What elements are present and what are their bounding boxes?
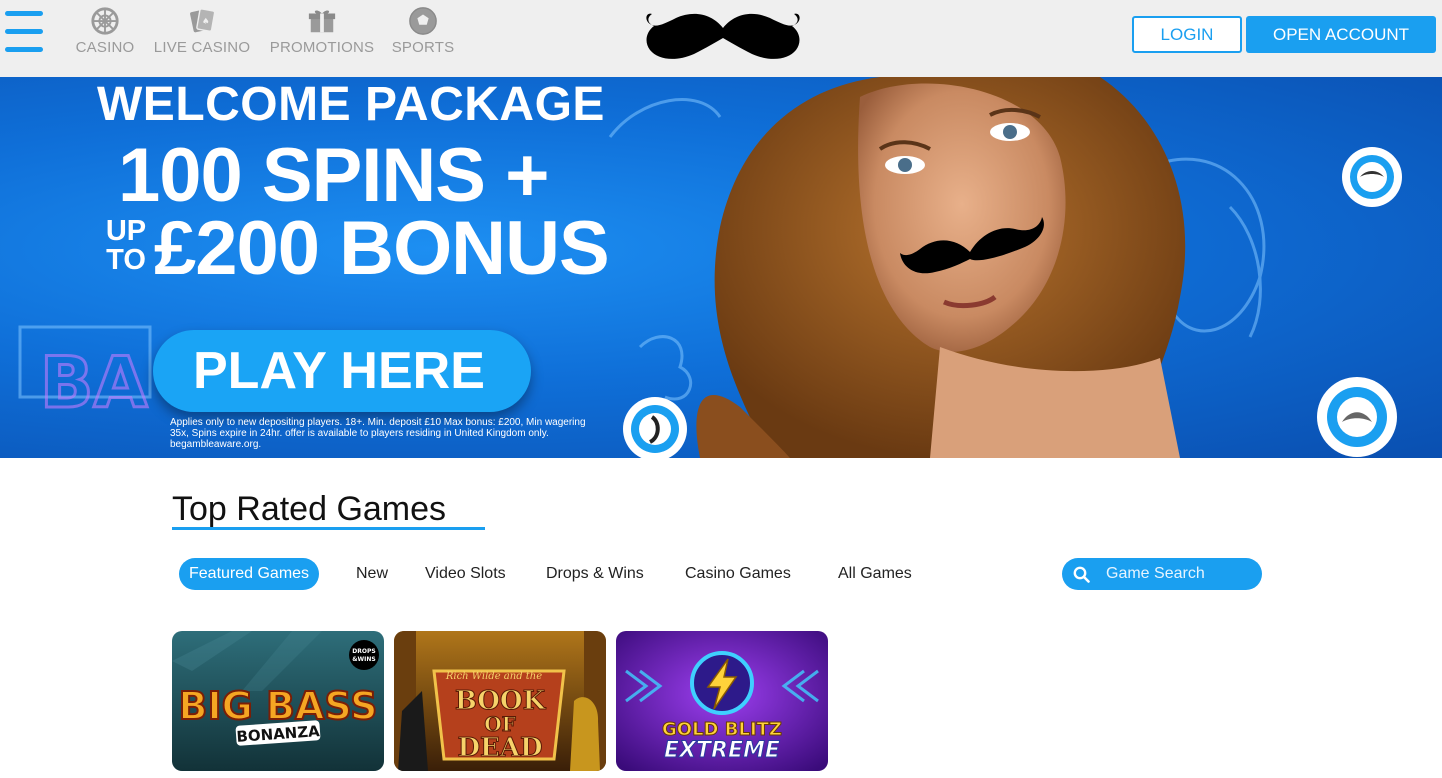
- tab-all-games[interactable]: All Games: [838, 558, 912, 590]
- svg-text:BA: BA: [40, 342, 148, 424]
- big-bass-title: BIG BASS: [179, 684, 378, 728]
- hero-upto-bottom: TO: [106, 244, 146, 276]
- game-tile-gold-blitz-extreme[interactable]: GOLD BLITZ EXTREME: [616, 631, 828, 771]
- section-title: Top Rated Games: [172, 490, 447, 528]
- hero-terms-text: Applies only to new depositing players. …: [170, 417, 586, 450]
- drops-wins-badge-bottom: &WINS: [352, 656, 375, 663]
- nav-item-sports[interactable]: SPORTS: [390, 6, 456, 58]
- nav-label-sports: SPORTS: [391, 39, 455, 56]
- tab-featured-games[interactable]: Featured Games: [179, 558, 320, 590]
- search-icon: [1073, 566, 1090, 583]
- game-search[interactable]: [1062, 558, 1262, 590]
- gift-box-icon: [308, 10, 336, 33]
- book-of-dead-art: Rich Wilde and the BOOK OF DEAD: [394, 631, 606, 771]
- dead-title: DEAD: [457, 733, 542, 763]
- moustache-logo[interactable]: [642, 8, 804, 64]
- drops-wins-badge-top: DROPS: [352, 648, 375, 655]
- big-bass-bonanza-art: DROPS &WINS BIG BASS BONANZA: [172, 631, 384, 771]
- hero-upto-top: UP: [105, 215, 147, 247]
- login-button[interactable]: LOGIN: [1132, 16, 1242, 53]
- game-tile-big-bass-bonanza[interactable]: DROPS &WINS BIG BASS BONANZA: [172, 631, 384, 771]
- nav-item-promotions[interactable]: PROMOTIONS: [267, 6, 377, 58]
- svg-text:♠: ♠: [202, 16, 210, 26]
- book-of-dead-subtitle: Rich Wilde and the: [445, 671, 542, 682]
- football-icon: [409, 7, 437, 35]
- hero-upto-text: UP TO: [103, 217, 149, 275]
- roulette-wheel-icon: [91, 7, 119, 35]
- nav-label-live-casino: LIVE CASINO: [153, 39, 251, 56]
- title-underline: [172, 527, 485, 530]
- nav-label-casino: CASINO: [75, 39, 135, 56]
- nav-item-live-casino[interactable]: ♠ LIVE CASINO: [152, 6, 252, 58]
- tab-video-slots[interactable]: Video Slots: [425, 558, 506, 590]
- gold-blitz-extreme-art: GOLD BLITZ EXTREME: [616, 631, 828, 771]
- hero-headline: WELCOME PACKAGE: [97, 78, 605, 131]
- hamburger-menu-icon[interactable]: [5, 11, 43, 53]
- nav-item-casino[interactable]: CASINO: [72, 6, 138, 58]
- play-here-button[interactable]: PLAY HERE: [153, 330, 531, 412]
- tab-new[interactable]: New: [356, 558, 388, 590]
- open-account-button[interactable]: OPEN ACCOUNT: [1246, 16, 1436, 53]
- playing-cards-icon: ♠: [190, 8, 216, 33]
- hero-banner[interactable]: BA WELCOME PACKAGE 100 SPINS + UP TO £20…: [0, 77, 1442, 458]
- nav-label-promotions: PROMOTIONS: [269, 39, 375, 56]
- hero-bonus-text: £200 BONUS: [154, 206, 610, 291]
- search-input[interactable]: [1106, 562, 1256, 586]
- extreme-title: EXTREME: [664, 738, 780, 763]
- gold-blitz-title: GOLD BLITZ: [662, 719, 782, 740]
- tab-drops-wins[interactable]: Drops & Wins: [546, 558, 644, 590]
- site-header: CASINO ♠ LIVE CASINO PROMOTIONS SPORTS L…: [0, 0, 1442, 77]
- tab-casino-games[interactable]: Casino Games: [685, 558, 791, 590]
- game-tile-book-of-dead[interactable]: Rich Wilde and the BOOK OF DEAD: [394, 631, 606, 771]
